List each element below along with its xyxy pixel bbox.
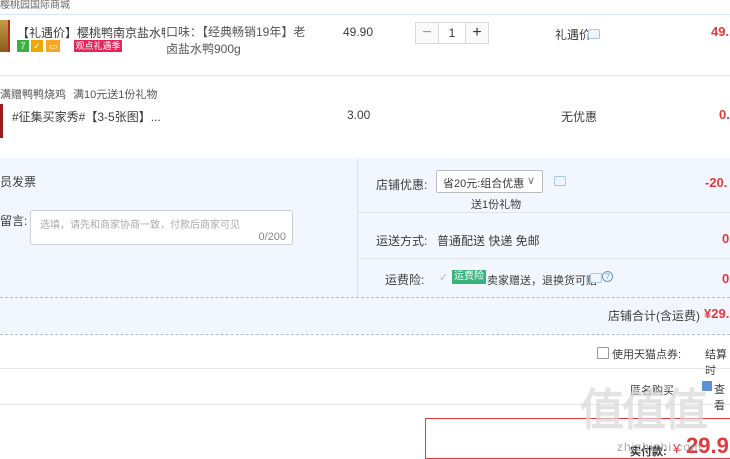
shop-name[interactable]: 樱桃园国际商城 (0, 0, 70, 11)
divider (0, 14, 730, 15)
invoice-label: 员发票 (0, 175, 37, 189)
check-icon: ✓ (439, 272, 449, 284)
discount-select[interactable]: 省20元:组合优惠 ∨ (436, 170, 543, 193)
comment-icon[interactable] (590, 273, 602, 283)
item-subtotal: 49. (711, 24, 730, 39)
dashed-divider (0, 297, 730, 298)
insurance-tag: 运费险 (452, 270, 486, 284)
promo-tag: 观点礼遇季 (74, 40, 122, 52)
gift-rule: 满10元送1份礼物 (73, 89, 158, 101)
decrease-button[interactable]: − (415, 22, 439, 44)
increase-button[interactable]: + (465, 22, 489, 44)
divider (357, 212, 730, 213)
product-sku: 口味：【经典畅销19年】老卤盐水鸭900g (166, 25, 306, 56)
insurance-value: 卖家赠送，退换货可赔 (487, 275, 597, 287)
quantity-input[interactable]: 1 (439, 22, 465, 44)
delivery-label: 运送方式: (376, 234, 428, 248)
card-pay-icon: ▭ (46, 40, 60, 52)
coupon-checkbox[interactable] (597, 347, 609, 359)
gift-note: 送1份礼物 (471, 199, 522, 211)
unit-price: 3.00 (347, 108, 371, 122)
product-title[interactable]: 【礼遇价】樱桃鸭南京盐水鸭正... (17, 24, 165, 41)
product-thumbnail[interactable] (0, 20, 10, 52)
promo-label: 礼遇价 (555, 28, 592, 42)
gift-prefix: 满赠鸭鸭烧鸡 (0, 89, 66, 101)
message-placeholder: 选填，请先和商家协商一致，付款后商家可见 (40, 220, 240, 231)
chevron-down-icon: ∨ (526, 175, 535, 187)
shop-discount-label: 店铺优惠: (376, 178, 428, 192)
divider (0, 75, 730, 76)
promo-label: 无优惠 (561, 110, 598, 124)
watermark-logo: 值值值 (580, 385, 708, 436)
guarantee-icon: ✓ (31, 40, 43, 52)
message-char-count: 0/200 (258, 231, 286, 243)
unit-price: 49.90 (343, 25, 374, 39)
divider (0, 368, 730, 369)
vertical-divider (357, 158, 358, 298)
coupon-label: 使用天猫点券: (612, 349, 682, 361)
divider (357, 258, 730, 259)
product-thumbnail[interactable] (0, 104, 3, 138)
shop-total-label: 店铺合计(含运费) (608, 309, 700, 323)
delivery-value: 普通配送 快递 免邮 (437, 234, 540, 248)
discount-amount: -20. (705, 175, 728, 190)
comment-icon[interactable] (554, 176, 566, 186)
watermark-site: zhizhizhi.com (617, 440, 703, 454)
coupon-settle-note: 结算时 (705, 349, 727, 377)
message-label: 留言: (0, 214, 28, 228)
insurance-label: 运费险: (385, 273, 425, 287)
quantity-stepper[interactable]: − 1 + (415, 22, 489, 44)
delivery-amount: 0 (722, 231, 730, 246)
shop-total-amount: ¥29. (704, 306, 730, 321)
dashed-divider (0, 334, 730, 335)
discount-selected: 省20元:组合优惠 (443, 178, 525, 190)
seven-day-return-icon: 7 (17, 40, 29, 52)
product-title[interactable]: #征集买家秀#【3-5张图】... (12, 108, 161, 125)
anonymous-checkbox-label: 查看 (714, 384, 725, 412)
item-subtotal: 0. (719, 107, 730, 122)
comment-icon[interactable] (588, 29, 600, 39)
message-textarea[interactable]: 选填，请先和商家协商一致，付款后商家可见 0/200 (30, 210, 293, 245)
insurance-amount: 0 (722, 271, 730, 286)
help-icon[interactable]: ? (602, 271, 613, 282)
